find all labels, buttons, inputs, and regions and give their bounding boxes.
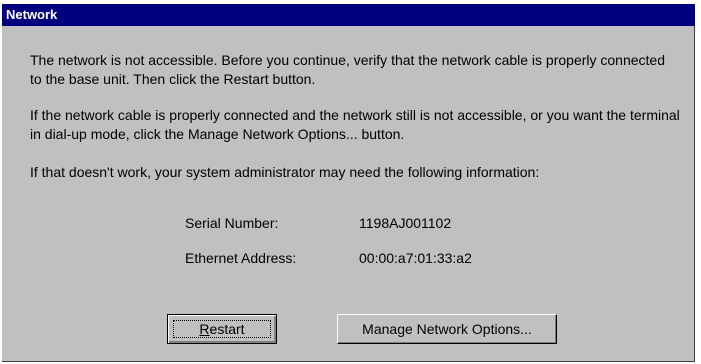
restart-accelerator: R	[199, 321, 210, 337]
serial-number-label: Serial Number:	[185, 215, 279, 231]
dialog-body: The network is not accessible. Before yo…	[2, 26, 695, 362]
message-paragraph-2: If the network cable is properly connect…	[30, 107, 680, 142]
manage-network-options-label: Manage Network Options...	[362, 321, 532, 337]
network-dialog: Network The network is not accessible. B…	[0, 0, 701, 364]
message-paragraph-3: If that doesn't work, your system admini…	[30, 164, 540, 180]
manage-network-options-button[interactable]: Manage Network Options...	[337, 314, 557, 344]
dialog-title: Network	[2, 4, 695, 26]
serial-number-value: 1198AJ001102	[359, 215, 452, 231]
restart-label-rest: estart	[209, 321, 245, 337]
message-paragraph-1: The network is not accessible. Before yo…	[30, 52, 666, 87]
restart-button-label: Restart	[168, 321, 276, 338]
ethernet-address-label: Ethernet Address:	[185, 250, 297, 266]
ethernet-address-value: 00:00:a7:01:33:a2	[359, 250, 472, 266]
restart-button[interactable]: Restart	[167, 314, 277, 344]
